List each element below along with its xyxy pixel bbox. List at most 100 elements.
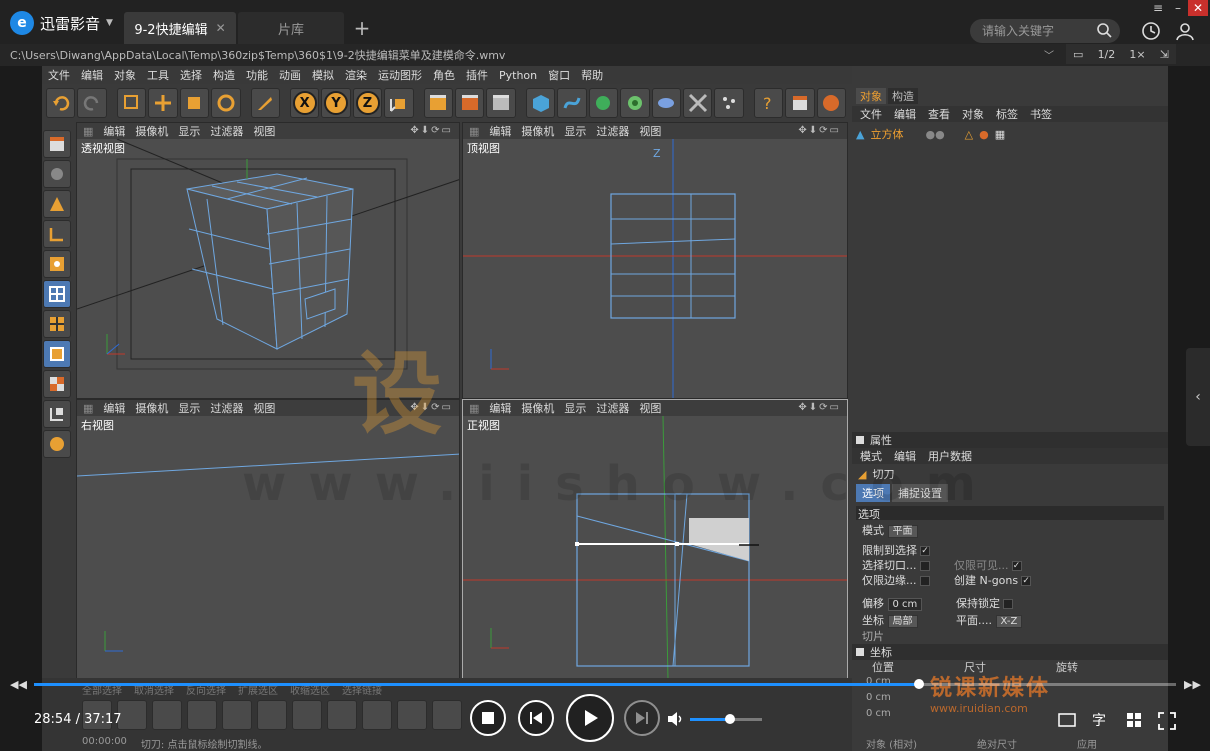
menu-item: 工具 <box>147 69 169 82</box>
menu-item: 插件 <box>466 69 488 82</box>
attribute-header: 属性 <box>852 432 1168 448</box>
menu-item: Python <box>499 68 538 82</box>
om-menu-item: 对象 <box>962 108 984 121</box>
play-icon <box>585 710 598 726</box>
boundary-checkbox <box>919 576 930 586</box>
stop-button[interactable] <box>470 700 506 736</box>
menu-item: 文件 <box>48 69 70 82</box>
history-clock-icon[interactable] <box>1140 20 1162 42</box>
mode-dropdown: 平面 <box>887 524 918 538</box>
coord-apply-button: 应用 <box>1076 740 1097 751</box>
rewind-icon[interactable]: ◀◀ <box>10 678 27 691</box>
world-coord-icon <box>384 88 414 118</box>
plane-row: 平面.... X-Z <box>956 612 1023 628</box>
object-manager-menu: 文件 编辑 查看 对象 标签 书签 <box>852 106 1168 122</box>
thunder-logo-icon: e <box>10 11 34 35</box>
volume-icon[interactable] <box>666 710 684 728</box>
viewport-title: 顶视图 <box>467 142 500 155</box>
video-frame[interactable]: 文件 编辑 对象 工具 选择 构造 功能 动画 模拟 渲染 运动图形 角色 插件… <box>42 66 1168 751</box>
cloner-icon <box>620 88 650 118</box>
tab-library[interactable]: 片库 <box>238 12 344 44</box>
menu-icon[interactable]: ≡ <box>1148 0 1168 16</box>
half-size-button[interactable]: 1/2 <box>1098 48 1116 61</box>
tab-label: 9-2快捷编辑 <box>134 22 208 38</box>
volume-thumb[interactable] <box>724 714 735 724</box>
menu-item: 动画 <box>279 69 301 82</box>
command-icon <box>222 700 252 730</box>
seek-thumb[interactable] <box>914 679 925 689</box>
boundary-row: 仅限边缘... <box>862 572 930 588</box>
select-cuts-checkbox <box>919 561 930 571</box>
app-name: 迅雷影音 <box>40 14 101 33</box>
app-logo[interactable]: e 迅雷影音 ▼ <box>10 11 113 35</box>
screenshot-icon[interactable] <box>1058 712 1076 728</box>
vp-menu-filter: 过滤器 <box>596 125 630 138</box>
viewport-front[interactable]: ▦ 编辑 摄像机 显示 过滤器 视图 ✥⬇⟳▭ 正视图 <box>462 399 848 679</box>
layout-icon <box>785 88 815 118</box>
workplane-icon <box>43 430 71 458</box>
minimize-button[interactable]: – <box>1168 0 1188 16</box>
om-menu-item: 书签 <box>1030 108 1052 121</box>
vp-menu-display: 显示 <box>564 125 587 138</box>
command-icon <box>397 700 427 730</box>
folder-icon[interactable]: ▭ <box>1073 48 1083 61</box>
next-button[interactable] <box>624 700 660 736</box>
axis-y-icon: Y <box>321 88 351 118</box>
points-select-icon <box>43 340 71 368</box>
vp-menu-filter: 过滤器 <box>596 402 630 415</box>
subtitle-button[interactable]: 字 <box>1092 710 1106 730</box>
coord-mode-dropdown: 对象 (相对) <box>866 740 917 751</box>
vp-menu-edit: 编辑 <box>489 125 512 138</box>
volume-slider[interactable] <box>690 714 762 724</box>
knife-tool-icon <box>250 88 280 118</box>
visible-only-row: 仅限可见... ✓ <box>954 559 1022 572</box>
cube-primitive-icon <box>525 88 556 118</box>
fullscreen-icon[interactable] <box>1158 712 1176 730</box>
seek-bar-row: ◀◀ ▶▶ <box>0 676 1210 692</box>
svg-text:?: ? <box>763 94 772 113</box>
point-mode-icon <box>43 190 71 218</box>
search-icon[interactable] <box>1096 22 1112 38</box>
vp-menu-display: 显示 <box>178 402 201 415</box>
viewport-title: 正视图 <box>467 419 500 432</box>
om-menu-item: 文件 <box>860 108 882 121</box>
command-icon <box>257 700 287 730</box>
coord-footer: 对象 (相对) 绝对尺寸 应用 <box>866 736 1097 751</box>
previous-button[interactable] <box>518 700 554 736</box>
chevron-down-icon[interactable]: ﹀ <box>1044 47 1054 62</box>
checker-tag-icon: ▦ <box>994 127 1006 141</box>
select-cuts-row: 选择切口... <box>862 557 930 573</box>
pin-on-top-icon[interactable]: ⇲ <box>1160 48 1169 61</box>
vp-menu-view: 视图 <box>253 125 276 138</box>
time-display: 28:54 / 37:17 <box>34 712 122 727</box>
play-button[interactable] <box>566 694 614 742</box>
fast-forward-icon[interactable]: ▶▶ <box>1184 678 1201 691</box>
menu-item: 功能 <box>246 69 268 82</box>
om-menu-item: 查看 <box>928 108 950 121</box>
axis-z-label: Z <box>653 147 661 160</box>
actual-size-button[interactable]: 1× <box>1129 48 1145 61</box>
checker-icon <box>43 370 71 398</box>
rotate-icon <box>211 88 241 118</box>
close-window-button[interactable]: ✕ <box>1188 0 1208 16</box>
window-size-controls: ▭ 1/2 1× ⇲ <box>1066 44 1176 64</box>
new-tab-button[interactable]: + <box>350 12 374 44</box>
close-tab-icon[interactable]: ✕ <box>216 21 226 35</box>
playlist-grid-icon[interactable] <box>1126 712 1142 728</box>
user-account-icon[interactable] <box>1174 20 1196 42</box>
polygon-mode-icon <box>43 280 71 308</box>
viewport-menu: ▦ 编辑 摄像机 显示 过滤器 视图 <box>77 123 459 139</box>
deformer-icon <box>651 88 682 118</box>
menu-item: 编辑 <box>81 69 103 82</box>
vp-menu-edit: 编辑 <box>489 402 512 415</box>
playlist-toggle[interactable]: ‹ <box>1186 348 1210 446</box>
restrict-checkbox: ✓ <box>920 546 930 556</box>
tab-now-playing[interactable]: 9-2快捷编辑 ✕ <box>124 12 236 44</box>
vp-menu-camera: 摄像机 <box>521 402 555 415</box>
viewport-nav-icons: ✥⬇⟳▭ <box>798 125 841 136</box>
seek-bar[interactable] <box>34 679 1176 689</box>
keep-lock-row: 保持锁定 <box>956 595 1013 611</box>
coord-col-position: 位置 <box>872 661 894 674</box>
command-icon <box>432 700 462 730</box>
slice-row: 切片 <box>862 630 884 643</box>
